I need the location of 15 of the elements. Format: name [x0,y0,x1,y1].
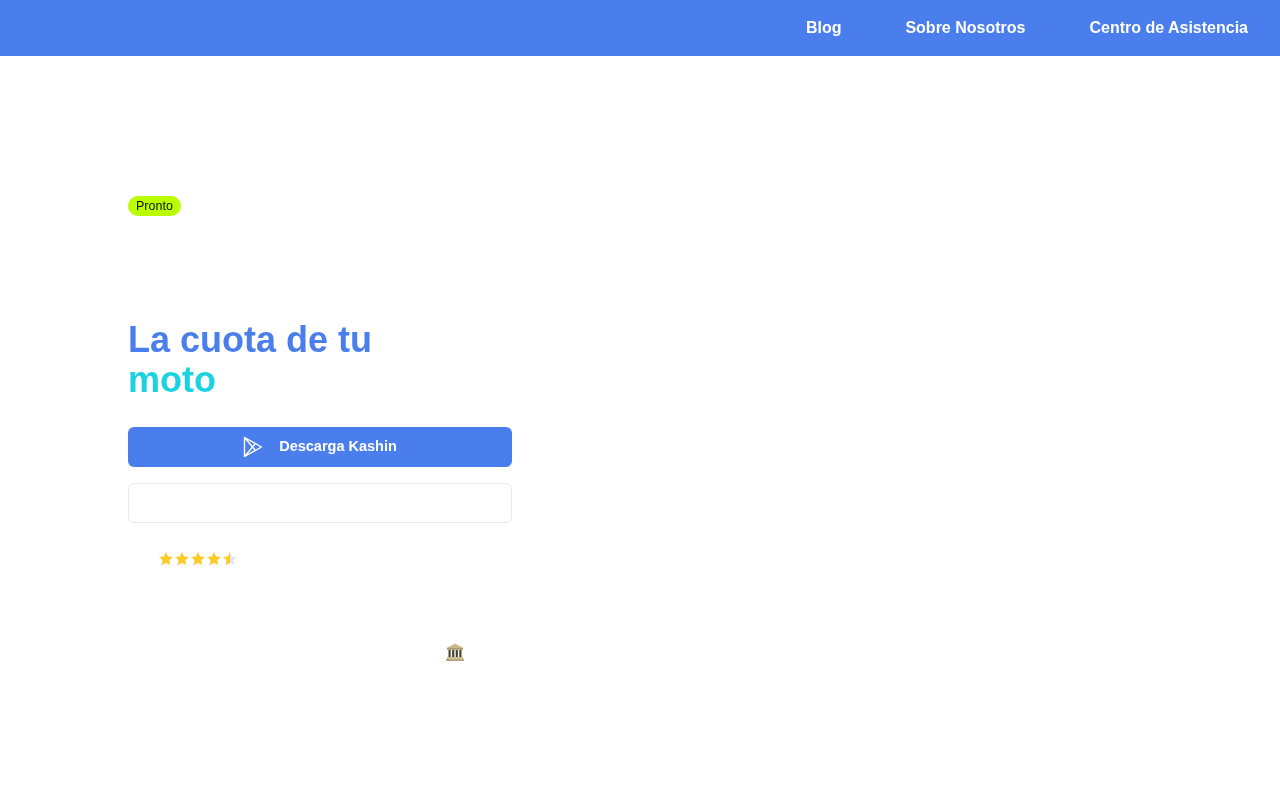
star-icon [222,551,238,567]
status-pill: Pronto [128,196,181,216]
outlined-button[interactable] [128,483,512,523]
star-icon [174,551,190,567]
play-triangle-icon [243,436,264,458]
star-icon [206,551,222,567]
headline-highlight: moto [128,360,217,400]
headline-text: La cuota de tu [128,320,373,360]
star-icon [190,551,206,567]
bank-building-icon [446,643,464,661]
nav-link[interactable]: Sobre Nosotros [905,16,1026,40]
nav-link[interactable]: Centro de Asistencia [1089,16,1248,40]
star-icon [158,551,174,567]
download-button[interactable]: Descarga Kashin [128,427,512,467]
nav-link[interactable]: Blog [805,16,842,40]
